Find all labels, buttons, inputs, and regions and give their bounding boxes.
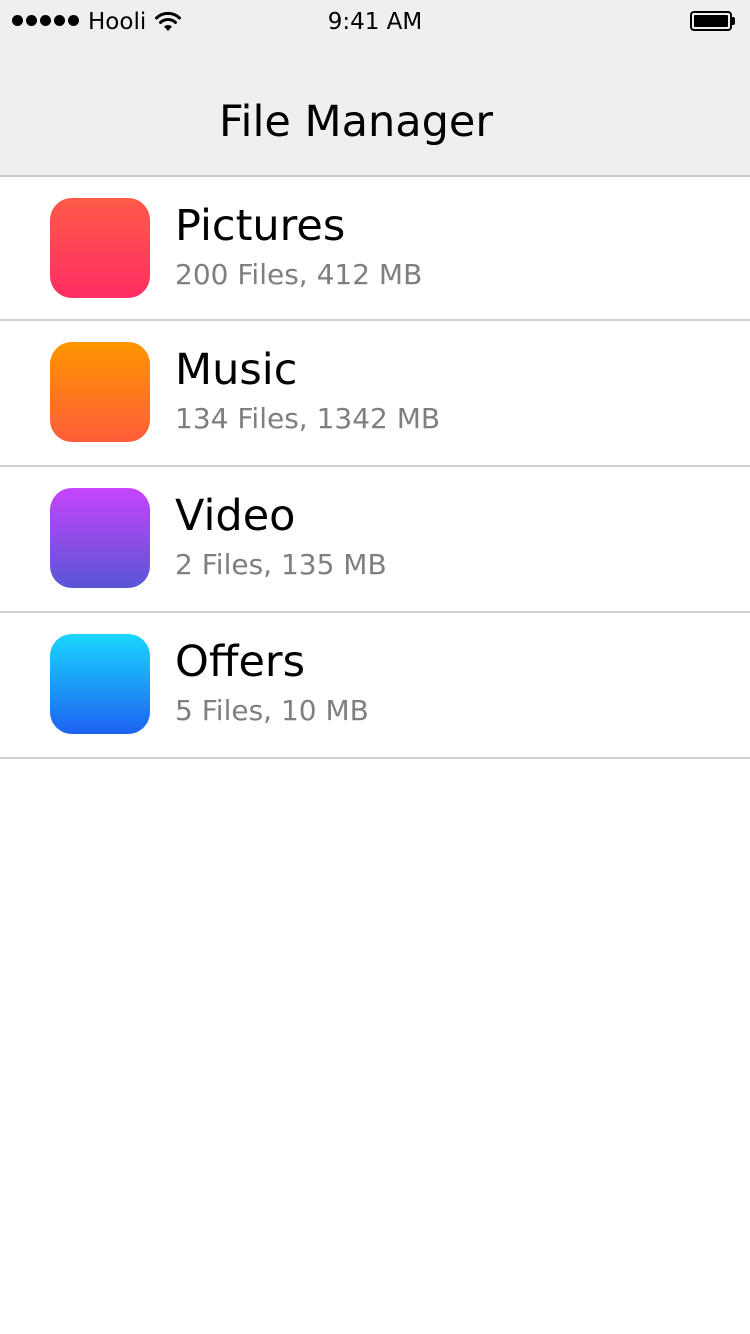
folder-row-pictures[interactable]: Pictures 200 Files, 412 MB [0,177,750,321]
file-manager-screen: Hooli 9:41 AM File Manager Pictures 200 … [0,0,750,1334]
video-folder-icon [50,488,150,588]
page-title: File Manager [218,97,494,147]
folder-row-offers[interactable]: Offers 5 Files, 10 MB [0,613,750,759]
folder-row-video[interactable]: Video 2 Files, 135 MB [0,467,750,613]
folder-details: 134 Files, 1342 MB [175,402,441,435]
battery-icon [690,11,736,31]
clock-time: 9:41 AM [327,9,423,35]
folder-details: 200 Files, 412 MB [175,258,423,291]
status-bar: Hooli 9:41 AM [0,0,750,44]
folder-list: Pictures 200 Files, 412 MB Music 134 Fil… [0,177,750,759]
offers-folder-icon [50,634,150,734]
folder-name: Music [175,345,298,395]
folder-name: Offers [175,637,306,687]
folder-name: Pictures [175,201,346,251]
folder-name: Video [175,491,296,541]
folder-details: 2 Files, 135 MB [175,548,387,581]
folder-row-music[interactable]: Music 134 Files, 1342 MB [0,321,750,467]
folder-details: 5 Files, 10 MB [175,694,369,727]
pictures-folder-icon [50,198,150,298]
music-folder-icon [50,342,150,442]
